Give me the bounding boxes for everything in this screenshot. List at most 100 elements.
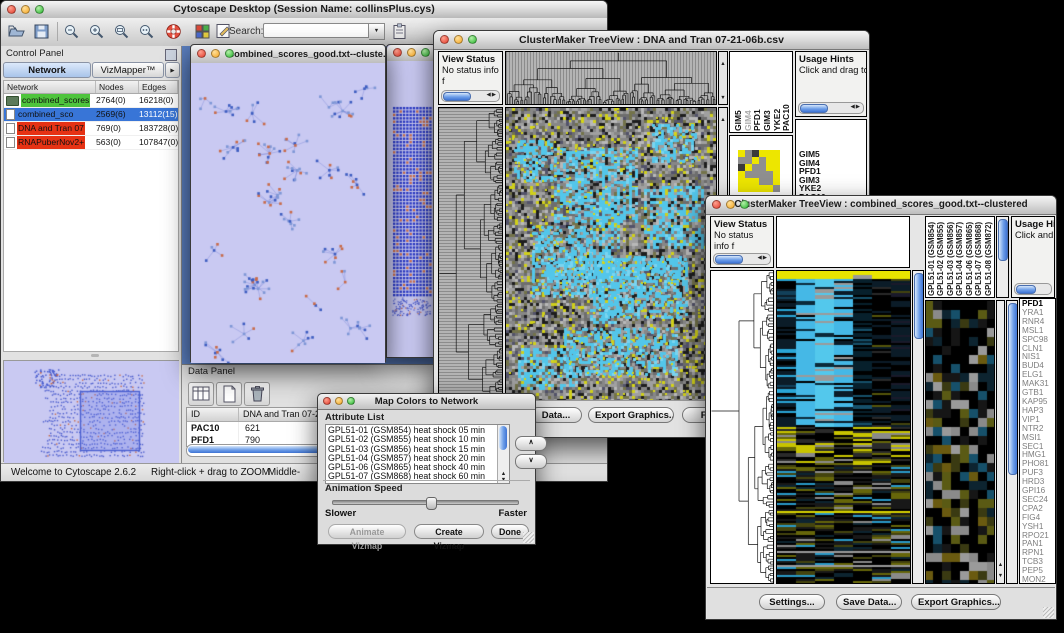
zoom-button[interactable] xyxy=(225,49,234,58)
heatmap-main[interactable] xyxy=(776,270,911,584)
column-label[interactable]: GPL51-01 (GSM854) xyxy=(927,219,936,296)
gene-label[interactable]: MON2 xyxy=(1022,576,1049,584)
minimize-button[interactable] xyxy=(211,49,220,58)
zoom-fit-icon[interactable] xyxy=(112,22,131,41)
hscrollbar[interactable]: ◀▶ xyxy=(798,102,864,114)
heatmap-main[interactable] xyxy=(505,107,717,401)
column-label[interactable]: GPL51-04 (GSM857) xyxy=(955,219,964,296)
open-file-icon[interactable] xyxy=(7,22,26,41)
button-bar: Settings... Save Data... Export Graphics… xyxy=(707,587,1055,619)
new-attribute-icon[interactable] xyxy=(216,382,242,406)
column-label[interactable]: GPL51-03 (GSM856) xyxy=(946,219,955,296)
titlebar[interactable]: ClusterMaker TreeView : combined_scores_… xyxy=(706,196,1056,215)
minimize-button[interactable] xyxy=(407,48,416,57)
network-row[interactable]: RNAPuberNov2+563(0)107847(0) xyxy=(4,136,178,150)
zoom-button[interactable] xyxy=(347,397,355,405)
network-row[interactable]: combined_scores2764(0)16218(0) xyxy=(4,94,178,108)
close-button[interactable] xyxy=(712,200,721,209)
zoom-scroll-strip[interactable]: ▲ ▼ xyxy=(996,300,1005,584)
search-input[interactable] xyxy=(263,23,369,38)
tab-overflow-arrow[interactable]: ▶ xyxy=(165,62,180,78)
zoom-button[interactable] xyxy=(740,200,749,209)
slider-thumb[interactable] xyxy=(426,497,437,510)
row-dendrogram[interactable] xyxy=(438,107,503,401)
column-label[interactable]: GIM4 xyxy=(743,54,753,131)
minimize-button[interactable] xyxy=(726,200,735,209)
zoom-in-icon[interactable] xyxy=(87,22,106,41)
save-data-button[interactable]: Save Data... xyxy=(836,594,902,610)
close-button[interactable] xyxy=(197,49,206,58)
minimize-button[interactable] xyxy=(335,397,343,405)
doc-icon xyxy=(6,123,15,134)
attribute-table-icon[interactable] xyxy=(188,382,214,406)
matrix-cell xyxy=(759,178,766,185)
scroll-strip[interactable]: ▲ ▼ xyxy=(718,51,728,105)
minimize-button[interactable] xyxy=(454,35,463,44)
close-button[interactable] xyxy=(7,5,16,14)
column-label[interactable]: PAC10 xyxy=(781,54,791,131)
close-button[interactable] xyxy=(393,48,402,57)
zoom-button[interactable] xyxy=(35,5,44,14)
panel-splitter[interactable] xyxy=(1,352,181,359)
zoom-button[interactable] xyxy=(421,48,430,57)
settings-button[interactable]: Settings... xyxy=(759,594,825,610)
column-label[interactable]: GPL51-02 (GSM855) xyxy=(936,219,945,296)
animation-speed-slider[interactable] xyxy=(332,500,519,505)
network-row[interactable]: DNA and Tran 07769(0)183728(0) xyxy=(4,122,178,136)
column-dendrogram[interactable] xyxy=(776,216,910,268)
column-label[interactable]: GPL51-07 (GSM868) xyxy=(974,219,983,296)
search-dropdown-icon[interactable]: ▼ xyxy=(369,23,385,40)
tab-network[interactable]: Network xyxy=(3,62,91,78)
animate-vizmap-button[interactable]: Animate Vizmap xyxy=(328,524,406,539)
cytoscape-titlebar[interactable]: Cytoscape Desktop (Session Name: collins… xyxy=(1,1,607,19)
heatmap-zoom[interactable] xyxy=(925,300,995,584)
zoom-button[interactable] xyxy=(468,35,477,44)
delete-attribute-icon[interactable] xyxy=(244,382,270,406)
attribute-list-scrollbar[interactable]: ▲▼ xyxy=(497,425,509,483)
gene-labels-panel: PFD1YRA1RNR4MSL1SPC98CLN1NIS1BUD4ELG1MAK… xyxy=(1019,298,1056,584)
column-label[interactable]: GPL51-06 (GSM865) xyxy=(965,219,974,296)
hscrollbar[interactable] xyxy=(1014,283,1052,295)
move-up-button[interactable]: ∧ xyxy=(515,436,547,451)
network-canvas[interactable] xyxy=(387,61,436,357)
labels-vscrollbar[interactable] xyxy=(996,216,1009,298)
titlebar[interactable]: ClusterMaker TreeView : DNA and Tran 07-… xyxy=(434,31,869,50)
zoom-out-icon[interactable] xyxy=(62,22,81,41)
column-label[interactable]: PFD1 xyxy=(752,54,762,131)
column-label[interactable]: GPL51-08 (GSM872) xyxy=(984,219,993,296)
close-button[interactable] xyxy=(440,35,449,44)
network-overview[interactable] xyxy=(3,360,179,462)
view-status-panel: View Status No status info f ◀▶ xyxy=(710,216,774,268)
gene-list-scrollbar[interactable] xyxy=(1006,300,1018,584)
clipboard-icon[interactable] xyxy=(390,22,409,41)
export-graphics-button[interactable]: Export Graphics... xyxy=(911,594,1001,610)
create-vizmap-button[interactable]: Create Vizmap xyxy=(414,524,484,539)
heatmap-vscrollbar[interactable] xyxy=(912,270,924,584)
resize-grip[interactable] xyxy=(1043,607,1054,618)
network-row[interactable]: combined_sco2569(6)13112(15) xyxy=(4,108,178,122)
network-list-header[interactable]: Network Nodes Edges xyxy=(4,81,178,94)
cluster-matrix[interactable] xyxy=(738,150,780,192)
tab-vizmapper[interactable]: VizMapper™ xyxy=(92,62,164,78)
help-lifesaver-icon[interactable] xyxy=(164,22,183,41)
matrix-cell xyxy=(752,185,759,192)
column-label[interactable]: YKE2 xyxy=(772,54,782,131)
move-down-button[interactable]: ∨ xyxy=(515,454,547,469)
vizmapper-palette-icon[interactable] xyxy=(193,22,212,41)
zoom-selected-icon[interactable] xyxy=(137,22,156,41)
export-graphics-button[interactable]: Export Graphics... xyxy=(588,407,674,423)
hscrollbar[interactable]: ◀▶ xyxy=(713,253,771,265)
close-button[interactable] xyxy=(323,397,331,405)
column-label[interactable]: GIM5 xyxy=(733,54,743,131)
column-label[interactable]: GIM3 xyxy=(762,54,772,131)
matrix-cell xyxy=(738,164,745,171)
save-icon[interactable] xyxy=(32,22,51,41)
save-data-button[interactable]: Data... xyxy=(530,407,582,423)
hscrollbar[interactable]: ◀▶ xyxy=(441,90,500,102)
minimize-button[interactable] xyxy=(21,5,30,14)
resize-grip[interactable] xyxy=(523,532,534,543)
column-dendrogram[interactable] xyxy=(505,51,717,105)
float-panel-icon[interactable] xyxy=(165,49,177,61)
network-canvas[interactable] xyxy=(191,63,385,363)
row-dendrogram[interactable] xyxy=(710,270,774,584)
